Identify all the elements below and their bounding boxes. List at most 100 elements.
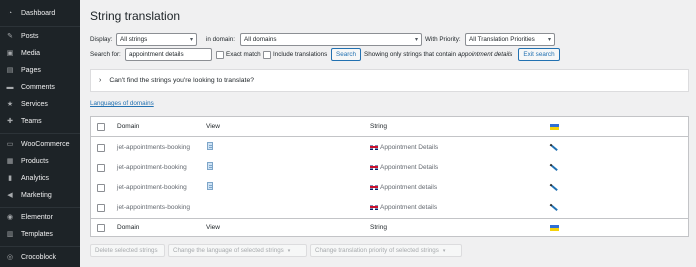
search-button[interactable]: Search [331,48,361,61]
chevron-down-icon: ▾ [287,247,291,254]
table-footer-row: Domain View String [91,218,688,237]
languages-of-domains-link[interactable]: Languages of domains [90,100,154,107]
select-all-checkbox[interactable] [97,123,105,131]
showing-prefix: Showing only strings that contain [364,51,457,58]
chevron-down-icon: ▾ [547,37,551,43]
chevron-down-icon: ▾ [189,37,193,43]
row-string: Appointment details [370,184,437,191]
edit-translation-icon[interactable] [551,184,558,192]
domain-label: in domain: [206,36,236,43]
view-document-icon[interactable] [207,142,213,150]
ukrainian-flag-icon [550,225,559,231]
chevron-down-icon: ▾ [442,247,446,254]
analytics-icon: ▮ [8,175,12,182]
sidebar-item-label: Templates [21,230,53,238]
row-string-text: Appointment details [380,184,438,191]
edit-translation-icon[interactable] [551,164,558,172]
row-string: Appointment details [370,204,437,211]
row-checkbox[interactable] [97,184,105,192]
exact-match-checkbox[interactable] [216,51,224,59]
row-domain: jet-appointment-booking [117,164,187,171]
include-translations-checkbox[interactable] [263,51,271,59]
view-document-icon[interactable] [207,162,213,170]
exit-search-button[interactable]: Exit search [518,48,560,61]
uk-flag-icon [370,144,378,150]
sidebar-item-teams[interactable]: ✚ Teams [0,113,80,129]
delete-selected-button[interactable]: Delete selected strings [90,244,165,257]
column-header-string: String [370,123,387,130]
exact-match-label: Exact match [226,51,261,58]
table-row: jet-appointments-booking Appointment det… [91,198,688,218]
row-string-text: Appointment Details [380,164,439,171]
row-checkbox[interactable] [97,204,105,212]
sidebar-separator [0,133,80,134]
comments-icon: ▬ [6,83,14,91]
row-string-text: Appointment details [380,204,438,211]
main-content: String translation Display: All strings … [80,0,696,267]
sidebar-item-comments[interactable]: ▬ Comments [0,79,80,95]
row-checkbox[interactable] [97,144,105,152]
edit-translation-icon[interactable] [551,204,558,212]
woocommerce-icon: ▭ [6,141,14,148]
sidebar-item-label: Crocoblock [21,253,57,261]
products-icon: ▦ [6,158,14,165]
sidebar-item-posts[interactable]: ✎ Posts [0,28,80,44]
domain-select-value: All domains [244,36,277,43]
chevron-right-icon: › [99,77,102,84]
select-all-checkbox-footer[interactable] [97,224,105,232]
sidebar-item-analytics[interactable]: ▮ Analytics [0,170,80,186]
sidebar-item-services[interactable]: ★ Services [0,96,80,112]
include-translations-label: Include translations [273,51,328,58]
sidebar-item-products[interactable]: ▦ Products [0,153,80,169]
sidebar-item-media[interactable]: ▣ Media [0,45,80,61]
display-select[interactable]: All strings ▾ [116,33,197,46]
sidebar-item-label: Services [21,100,48,108]
priority-label: With Priority: [425,36,461,43]
sidebar-item-label: Pages [21,66,41,74]
admin-sidebar: ◔ Dashboard ✎ Posts ▣ Media ▤ Pages ▬ Co… [0,0,80,267]
sidebar-item-woocommerce[interactable]: ▭ WooCommerce [0,136,80,152]
sidebar-item-label: Marketing [21,191,52,199]
chevron-down-icon: ▾ [414,37,418,43]
showing-term: appointment details [457,51,513,58]
change-language-label: Change the language of selected strings [173,247,284,254]
search-input-value: appointment details [129,51,184,58]
strings-table: Domain View String jet-appointments-book… [90,116,689,237]
table-row: jet-appointments-booking Appointment Det… [91,138,688,158]
sidebar-separator [0,26,80,27]
display-select-value: All strings [120,36,148,43]
showing-text: Showing only strings that contain appoin… [364,51,512,58]
sidebar-item-label: Elementor [21,213,53,221]
row-checkbox[interactable] [97,164,105,172]
sidebar-separator [0,246,80,247]
sidebar-item-templates[interactable]: ▥ Templates [0,226,80,242]
missing-strings-accordion[interactable]: › Can't find the strings you're looking … [90,69,689,92]
sidebar-item-label: Dashboard [21,9,56,17]
domain-select[interactable]: All domains ▾ [240,33,422,46]
sidebar-item-label: Posts [21,32,39,40]
sidebar-item-crocoblock[interactable]: ◎ Crocoblock [0,249,80,265]
page-title: String translation [90,9,181,23]
sidebar-item-dashboard[interactable]: ◔ Dashboard [0,5,80,21]
sidebar-item-label: Teams [21,117,42,125]
change-language-select[interactable]: Change the language of selected strings … [168,244,307,257]
sidebar-item-pages[interactable]: ▤ Pages [0,62,80,78]
row-string: Appointment Details [370,164,438,171]
sidebar-item-label: Comments [21,83,55,91]
priority-select-value: All Translation Priorities [469,36,535,43]
sidebar-item-marketing[interactable]: ◀ Marketing [0,187,80,203]
services-icon: ★ [6,101,14,108]
column-footer-string: String [370,224,387,231]
row-string-text: Appointment Details [380,144,439,151]
view-document-icon[interactable] [207,182,213,190]
search-input[interactable]: appointment details [125,48,212,61]
edit-translation-icon[interactable] [551,144,558,152]
change-priority-select[interactable]: Change translation priority of selected … [310,244,462,257]
elementor-icon: ◉ [6,214,14,221]
row-domain: jet-appointment-booking [117,184,187,191]
sidebar-item-elementor[interactable]: ◉ Elementor [0,209,80,225]
priority-select[interactable]: All Translation Priorities ▾ [465,33,555,46]
table-row: jet-appointment-booking Appointment deta… [91,178,688,198]
uk-flag-icon [370,204,378,210]
column-header-view: View [206,123,220,130]
